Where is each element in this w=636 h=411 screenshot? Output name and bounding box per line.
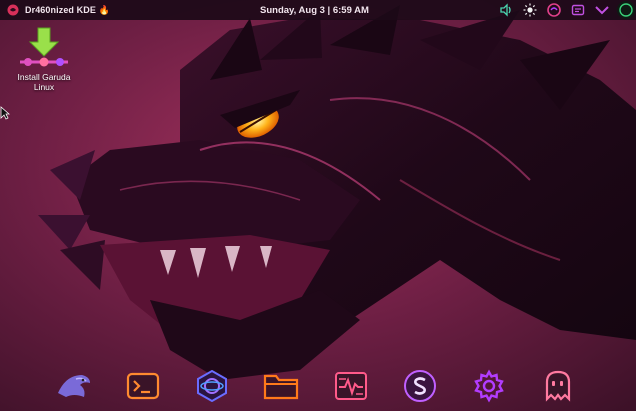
clipboard-icon[interactable] [570,2,586,18]
garuda-updater-icon[interactable] [546,2,562,18]
panel-clock[interactable]: Sunday, Aug 3 | 6:59 AM [260,0,369,20]
dock-item-browser[interactable] [194,368,230,404]
dock [56,366,576,406]
dock-item-system-monitor[interactable] [333,368,369,404]
dock-item-terminal[interactable] [125,368,161,404]
dragon-wallpaper [0,0,636,411]
power-icon[interactable] [616,0,636,20]
panel-left: Dr460nized KDE 🔥 [7,4,110,16]
folder-icon [264,374,299,400]
flame-icon: 🔥 [98,4,111,15]
brightness-icon[interactable] [522,2,538,18]
desktop-icon-label-line1: Install Garuda [17,72,71,82]
desktop-icon-label-line2: Linux [33,82,55,92]
activity-icon [334,372,367,400]
eagle-icon [58,375,90,397]
speaker-icon[interactable] [498,2,514,18]
store-icon [403,370,436,402]
dock-item-ghost-app[interactable] [540,368,576,404]
desktop-icon-label: Install Garuda Linux [8,72,80,92]
top-panel: Dr460nized KDE 🔥 Sunday, Aug 3 | 6:59 AM [0,0,636,20]
gear-icon [474,369,504,403]
chevron-down-icon[interactable] [594,2,610,18]
dock-item-garuda-launcher[interactable] [56,368,92,404]
dock-item-file-manager[interactable] [263,368,299,404]
ghost-icon [545,370,571,402]
system-tray [498,0,636,20]
desktop-icon-install-garuda[interactable]: Install Garuda Linux [8,26,80,92]
dock-item-settings[interactable] [471,368,507,404]
download-arrow-icon [20,27,68,67]
panel-title[interactable]: Dr460nized KDE [25,5,96,15]
browser-icon [197,370,228,402]
terminal-icon [127,372,160,400]
mouse-cursor-icon [0,106,10,120]
dock-item-software-store[interactable] [402,368,438,404]
garuda-logo-icon[interactable] [7,4,19,16]
